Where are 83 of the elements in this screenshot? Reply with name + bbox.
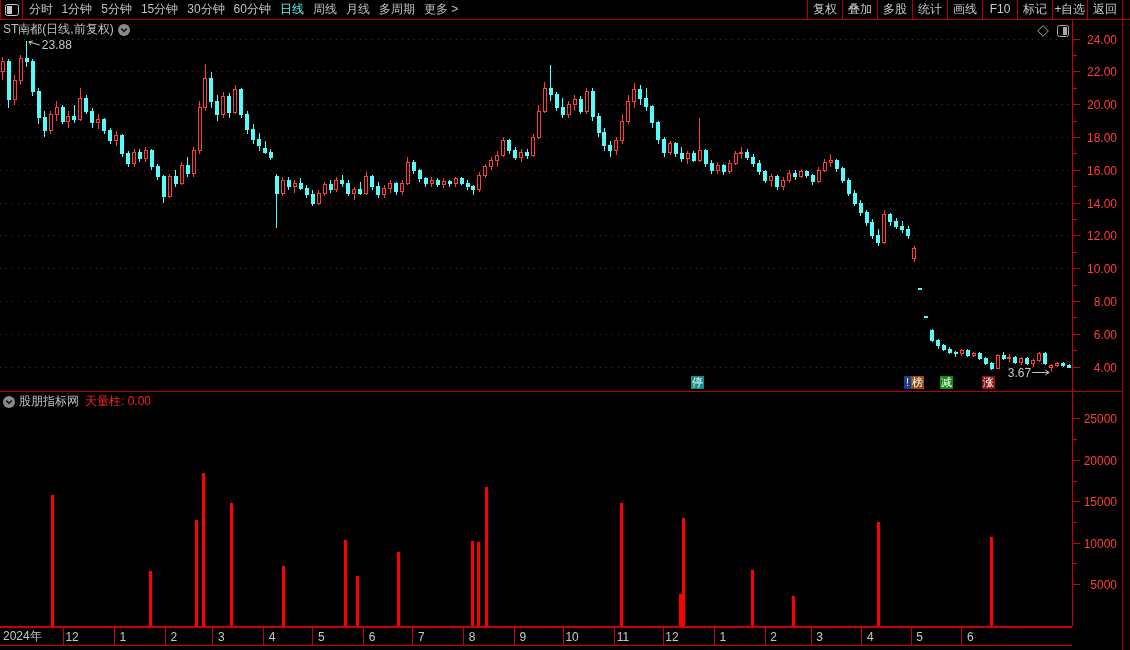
- bar: [791, 596, 795, 626]
- axis-label: 15000: [1083, 495, 1117, 510]
- axis-label: 14.00: [1086, 196, 1117, 211]
- axis-label: 18.00: [1086, 130, 1117, 145]
- toolbar-button[interactable]: F10: [982, 0, 1017, 19]
- candle: [912, 245, 917, 263]
- toolbar-button[interactable]: 复权: [807, 0, 842, 19]
- panel-toggle-icon: [4, 3, 19, 16]
- toolbar-button[interactable]: +自选: [1052, 0, 1087, 19]
- axis-label: 12: [665, 630, 679, 644]
- axis-label: 16.00: [1086, 163, 1117, 178]
- event-marker: 榜: [911, 376, 924, 389]
- axis-label: 22.00: [1086, 65, 1117, 80]
- axis-label: 24.00: [1086, 32, 1117, 47]
- axis-label: 12.00: [1086, 229, 1117, 244]
- period-tab[interactable]: 更多 >: [419, 0, 463, 19]
- axis-label: 8: [468, 630, 476, 644]
- period-tab[interactable]: 1分钟: [57, 0, 97, 19]
- event-marker: !: [904, 376, 911, 389]
- event-marker: 涨: [982, 376, 995, 389]
- toolbar-button[interactable]: 画线: [947, 0, 982, 19]
- axis-label: 4: [867, 630, 874, 644]
- bar: [149, 571, 153, 626]
- toolbar-button[interactable]: 标记: [1017, 0, 1052, 19]
- axis-label: 4.00: [1093, 360, 1117, 375]
- toolbar-button[interactable]: 返回: [1087, 0, 1122, 19]
- axis-label: 1: [119, 630, 127, 644]
- axis-label: 2: [170, 630, 178, 644]
- axis-label: 12: [65, 630, 79, 644]
- indicator-source: 股朋指标网: [19, 394, 79, 409]
- price-annotation: 23.88: [41, 38, 72, 52]
- event-marker: 停: [691, 376, 704, 389]
- axis-label: 7: [417, 630, 425, 644]
- axis-label: 2: [770, 630, 777, 644]
- axis-label: 5: [317, 630, 325, 644]
- axis-label: 20000: [1083, 453, 1117, 468]
- bar: [355, 576, 359, 626]
- period-tab[interactable]: 多周期: [374, 0, 420, 19]
- toolbar-button[interactable]: 统计: [912, 0, 947, 19]
- toolbar-button[interactable]: 叠加: [842, 0, 877, 19]
- period-tab[interactable]: 15分钟: [136, 0, 183, 19]
- axis-label: 8.00: [1093, 294, 1117, 309]
- candle: [269, 148, 273, 161]
- axis-label: 3: [816, 630, 823, 644]
- chart-title: ST南都(日线,前复权): [3, 22, 114, 37]
- candle: [924, 315, 929, 318]
- axis-label: 10.00: [1086, 262, 1117, 277]
- candle: [918, 287, 923, 290]
- axis-label: 9: [519, 630, 527, 644]
- chevron-down-icon[interactable]: [117, 23, 130, 36]
- axis-label: 3: [217, 630, 225, 644]
- period-tab[interactable]: 30分钟: [182, 0, 230, 19]
- bar: [750, 569, 754, 626]
- panel-toggle-button[interactable]: [0, 0, 23, 19]
- axis-label: 6: [368, 630, 376, 644]
- event-marker: 减: [940, 376, 953, 389]
- axis-label: 1: [719, 630, 727, 644]
- axis-label: 4: [268, 630, 276, 644]
- axis-label: 5000: [1090, 578, 1117, 593]
- period-tab[interactable]: 60分钟: [229, 0, 276, 19]
- axis-label: 10: [565, 630, 579, 644]
- diamond-icon[interactable]: [1037, 25, 1049, 37]
- axis-label: 10000: [1083, 536, 1117, 551]
- year-label: 2024年: [3, 629, 42, 644]
- axis-label: 5: [916, 630, 923, 644]
- bar: [282, 566, 286, 626]
- period-tab[interactable]: 5分钟: [96, 0, 137, 19]
- axis-label: 20.00: [1086, 98, 1117, 113]
- period-tab[interactable]: 周线: [308, 0, 342, 19]
- chevron-down-icon[interactable]: [3, 395, 15, 408]
- axis-label: 6: [967, 630, 974, 644]
- price-annotation: 3.67: [1007, 366, 1032, 381]
- panel-toggle-icon[interactable]: [1057, 25, 1069, 37]
- period-tab[interactable]: 分时: [24, 0, 57, 19]
- axis-label: 6.00: [1093, 327, 1117, 342]
- axis-label: 11: [616, 630, 630, 644]
- arrow-icon: [28, 40, 41, 46]
- toolbar-button[interactable]: 多股: [877, 0, 912, 19]
- arrow-icon: [1031, 369, 1050, 376]
- axis-label: 25000: [1083, 412, 1117, 427]
- period-tab[interactable]: 日线: [275, 0, 309, 19]
- indicator-legend: 天量柱: 0.00: [85, 394, 152, 409]
- period-tab[interactable]: 月线: [341, 0, 375, 19]
